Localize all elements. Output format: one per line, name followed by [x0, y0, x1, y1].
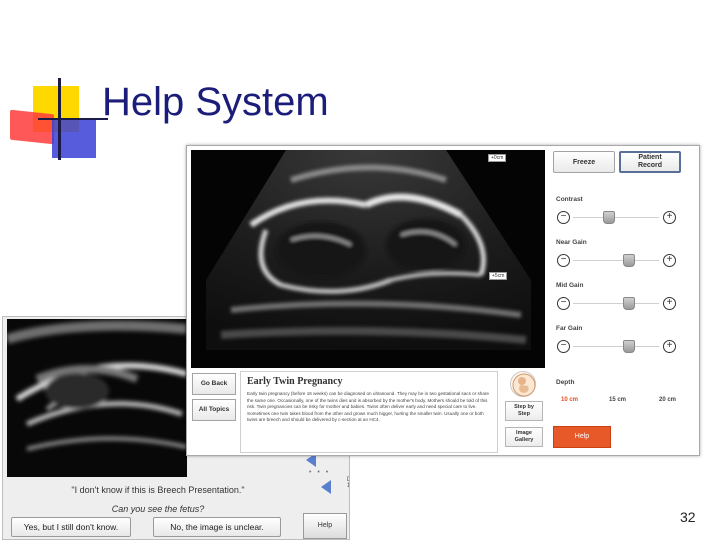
- minus-icon[interactable]: −: [557, 254, 570, 267]
- depth-marker-top: +0cm: [488, 154, 507, 162]
- arrow-left-icon[interactable]: [321, 480, 331, 494]
- plus-icon[interactable]: +: [663, 297, 676, 310]
- minus-icon[interactable]: −: [557, 340, 570, 353]
- plus-icon[interactable]: +: [663, 254, 676, 267]
- step-by-step-button[interactable]: Step by Step: [505, 401, 543, 421]
- back-help-button[interactable]: Help: [303, 513, 347, 539]
- depth-option-20[interactable]: 20 cm: [659, 397, 676, 403]
- help-button[interactable]: Help: [553, 426, 611, 448]
- patient-record-button[interactable]: Patient Record: [619, 151, 681, 173]
- dots-icon: • • •: [309, 469, 331, 476]
- all-topics-button[interactable]: All Topics: [192, 399, 236, 421]
- fetus-prompt: Can you see the fetus?: [111, 504, 205, 514]
- fetus-icon: [510, 371, 536, 397]
- logo-horizontal-line: [38, 118, 108, 120]
- help-side-tools: Step by Step Image Gallery: [503, 371, 545, 453]
- d-label: D 1: [347, 477, 349, 489]
- page-number: 32: [680, 509, 696, 525]
- control-label: Mid Gain: [556, 282, 584, 289]
- slider-thumb[interactable]: [623, 340, 636, 353]
- minus-icon[interactable]: −: [557, 297, 570, 310]
- slider-thumb[interactable]: [623, 254, 636, 267]
- slider-track[interactable]: [573, 260, 659, 261]
- depth-label: Depth: [556, 379, 575, 386]
- answer-yes-button[interactable]: Yes, but I still don't know.: [11, 517, 131, 537]
- slider-track[interactable]: [573, 303, 659, 304]
- breech-question: "I don't know if this is Breech Presenta…: [71, 485, 245, 495]
- slide-title: Help System: [102, 80, 329, 124]
- logo-red-shape: [10, 109, 54, 145]
- slider-thumb[interactable]: [623, 297, 636, 310]
- help-topic-body: Early twin pregnancy (before 16 weeks) c…: [247, 391, 489, 423]
- freeze-button[interactable]: Freeze: [553, 151, 615, 173]
- control-label: Near Gain: [556, 239, 587, 246]
- slider-track[interactable]: [573, 217, 659, 218]
- ultrasound-view: +0cm +5cm: [191, 150, 545, 368]
- plus-icon[interactable]: +: [663, 211, 676, 224]
- minus-icon[interactable]: −: [557, 211, 570, 224]
- gain-slider[interactable]: − +: [557, 340, 677, 354]
- go-back-button[interactable]: Go Back: [192, 373, 236, 395]
- gain-slider[interactable]: − +: [557, 297, 677, 311]
- answer-no-button[interactable]: No, the image is unclear.: [153, 517, 281, 537]
- depth-marker-mid: +5cm: [489, 272, 508, 280]
- breech-ultrasound-image: [7, 319, 187, 477]
- control-label: Far Gain: [556, 325, 583, 332]
- depth-option-10[interactable]: 10 cm: [561, 397, 578, 403]
- help-topic-panel: Early Twin Pregnancy Early twin pregnanc…: [240, 371, 498, 453]
- help-topic-title: Early Twin Pregnancy: [247, 376, 343, 387]
- gain-slider[interactable]: − +: [557, 211, 677, 225]
- plus-icon[interactable]: +: [663, 340, 676, 353]
- depth-option-15[interactable]: 15 cm: [609, 397, 626, 403]
- control-label: Contrast: [556, 196, 583, 203]
- slider-track[interactable]: [573, 346, 659, 347]
- ultrasound-app-window: +0cm +5cm Freeze Patient Record Contrast…: [186, 145, 700, 456]
- slider-thumb[interactable]: [602, 211, 615, 224]
- gain-slider[interactable]: − +: [557, 254, 677, 268]
- image-gallery-button[interactable]: Image Gallery: [505, 427, 543, 447]
